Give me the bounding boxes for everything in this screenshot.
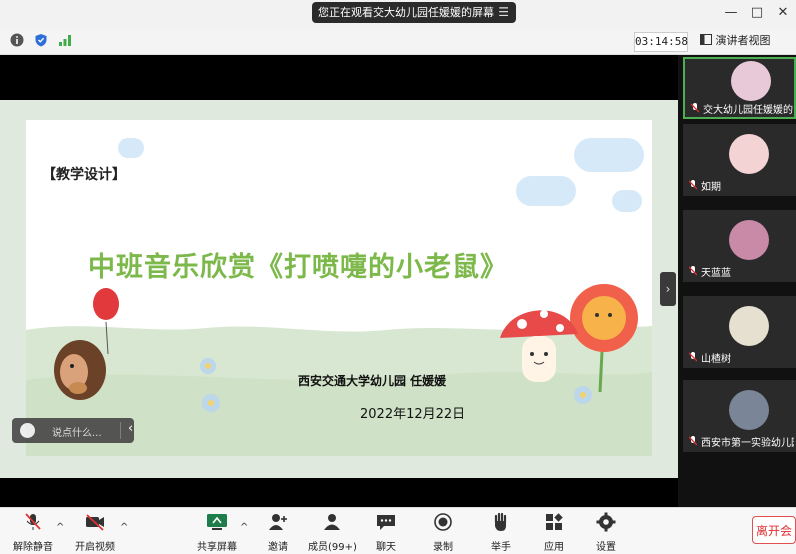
share-screen-icon xyxy=(207,514,227,530)
chat-button[interactable]: 聊天 xyxy=(372,512,400,553)
participant-name: 如期 xyxy=(701,182,721,193)
chat-input-placeholder[interactable]: 说点什么... xyxy=(52,424,102,439)
chevron-up-icon[interactable]: ^ xyxy=(56,522,64,533)
hedgehog-with-balloon-illustration xyxy=(54,288,119,400)
avatar xyxy=(731,61,771,101)
gear-icon xyxy=(596,512,616,532)
camera-off-icon xyxy=(86,514,104,531)
microphone-muted-icon xyxy=(689,266,697,276)
participant-tile[interactable]: 如期 xyxy=(683,124,796,196)
chevron-up-icon[interactable]: ^ xyxy=(240,522,248,533)
info-icon[interactable] xyxy=(10,33,24,47)
avatar xyxy=(729,220,769,260)
cloud-decoration xyxy=(516,176,576,206)
chat-input-bar[interactable]: 说点什么... ‹ xyxy=(12,418,134,443)
leave-meeting-button[interactable]: 离开会 xyxy=(752,516,796,544)
chevron-right-icon: › xyxy=(665,282,671,296)
record-label: 录制 xyxy=(433,542,453,553)
mute-label: 解除静音 xyxy=(13,542,53,553)
participant-name: 天蓝蓝 xyxy=(701,268,731,279)
apps-label: 应用 xyxy=(544,542,564,553)
emoji-icon[interactable] xyxy=(20,423,35,438)
mute-button[interactable]: 解除静音 xyxy=(10,512,56,553)
share-screen-label: 共享屏幕 xyxy=(197,542,237,553)
slide-tag: 【教学设计】 xyxy=(42,167,126,183)
members-label: 成员(99+) xyxy=(308,542,357,553)
settings-label: 设置 xyxy=(596,542,616,553)
apps-grid-icon xyxy=(546,513,563,530)
invite-button[interactable]: 邀请 xyxy=(262,512,294,553)
participant-tile[interactable]: 交大幼儿园任媛媛的 xyxy=(683,57,796,119)
hand-icon xyxy=(494,512,507,531)
share-screen-button[interactable]: 共享屏幕 xyxy=(194,512,240,553)
share-banner[interactable]: 您正在观看交大幼儿园任媛媛的屏幕 ☰ xyxy=(312,2,516,23)
view-mode-label: 演讲者视图 xyxy=(715,34,771,47)
members-button[interactable]: 成员(99+) xyxy=(308,512,357,553)
divider xyxy=(120,422,121,439)
chat-label: 聊天 xyxy=(376,542,396,553)
participant-tile[interactable]: 天蓝蓝 xyxy=(683,210,796,282)
meeting-timer: 03:14:58 xyxy=(634,32,688,52)
flower-decoration xyxy=(202,394,220,412)
cloud-decoration xyxy=(118,138,144,158)
raise-hand-label: 举手 xyxy=(491,542,511,553)
shield-icon[interactable] xyxy=(34,33,48,47)
minimize-button[interactable]: — xyxy=(722,4,740,22)
signal-strength-icon[interactable] xyxy=(58,33,72,47)
flower-decoration xyxy=(574,386,592,404)
maximize-button[interactable]: □ xyxy=(748,4,766,22)
speaker-view-icon xyxy=(700,34,712,45)
record-button[interactable]: 录制 xyxy=(429,512,457,553)
slide-presenter: 西安交通大学幼儿园 任媛媛 xyxy=(298,374,447,388)
participant-tile[interactable]: 山楂树 xyxy=(683,296,796,368)
participant-name: 山楂树 xyxy=(701,354,731,365)
microphone-muted-icon xyxy=(689,180,697,190)
cloud-decoration xyxy=(612,190,642,212)
microphone-muted-icon xyxy=(689,436,697,446)
chat-bubble-icon xyxy=(377,515,395,530)
microphone-muted-icon xyxy=(689,352,697,362)
invite-label: 邀请 xyxy=(268,542,288,553)
members-icon xyxy=(324,514,340,530)
avatar xyxy=(729,134,769,174)
settings-button[interactable]: 设置 xyxy=(592,512,620,553)
video-button[interactable]: 开启视频 xyxy=(72,512,118,553)
microphone-muted-icon xyxy=(691,103,699,113)
participant-name: 西安市第一实验幼儿园 xyxy=(701,438,794,449)
cloud-decoration xyxy=(574,138,644,172)
chevron-up-icon[interactable]: ^ xyxy=(120,522,128,533)
chevron-left-icon[interactable]: ‹ xyxy=(128,421,133,436)
collapse-panel-button[interactable]: › xyxy=(660,272,676,306)
close-button[interactable]: ✕ xyxy=(774,4,792,22)
avatar xyxy=(729,306,769,346)
raise-hand-button[interactable]: 举手 xyxy=(487,512,515,553)
apps-button[interactable]: 应用 xyxy=(540,512,568,553)
add-user-icon xyxy=(269,514,287,530)
slide-title: 中班音乐欣赏《打喷嚏的小老鼠》 xyxy=(88,252,508,283)
microphone-muted-icon xyxy=(25,513,41,530)
video-label: 开启视频 xyxy=(75,542,115,553)
participant-tile[interactable]: 西安市第一实验幼儿园 xyxy=(683,380,796,452)
share-banner-text: 您正在观看交大幼儿园任媛媛的屏幕 xyxy=(318,6,494,19)
menu-icon[interactable]: ☰ xyxy=(498,2,509,23)
avatar xyxy=(729,390,769,430)
view-mode-button[interactable]: 演讲者视图 ⌄ xyxy=(700,32,778,65)
participant-name: 交大幼儿园任媛媛的 xyxy=(703,105,793,116)
flower-decoration xyxy=(200,358,216,374)
slide-date: 2022年12月22日 xyxy=(360,407,466,422)
record-icon xyxy=(434,513,452,531)
